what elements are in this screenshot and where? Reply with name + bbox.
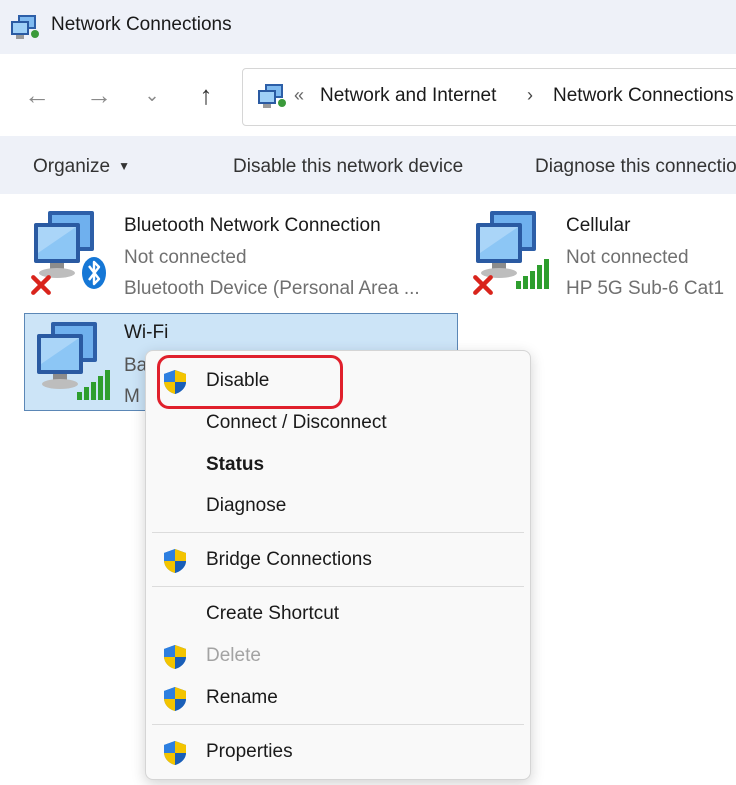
wifi-network-icon (31, 318, 110, 400)
breadcrumb-separator-icon[interactable]: › (527, 85, 533, 106)
organize-button[interactable]: Organize ▼ (33, 156, 130, 178)
menu-item-label: Disable (206, 370, 270, 391)
address-bar[interactable]: « Network and Internet › Network Connect… (242, 68, 736, 126)
organize-label: Organize (33, 156, 111, 177)
menu-item-connect-disconnect[interactable]: Connect / Disconnect (146, 403, 530, 443)
connection-item-cellular[interactable]: Cellular Not connected HP 5G Sub-6 Cat1 (470, 207, 736, 299)
breadcrumb-network-and-internet[interactable]: Network and Internet (320, 85, 496, 107)
connection-device: Bluetooth Device (Personal Area ... (124, 278, 420, 299)
menu-item-label: Delete (206, 645, 261, 666)
forward-arrow-icon[interactable]: → (84, 80, 114, 110)
diagnose-connection-label: Diagnose this connection (535, 156, 736, 177)
up-arrow-icon[interactable]: ↑ (191, 80, 221, 110)
uac-shield-icon (162, 548, 188, 574)
menu-item-label: Rename (206, 687, 278, 708)
navigation-bar: ← → ⌄ ↑ « Network and Internet › Network… (0, 54, 736, 136)
uac-shield-icon (162, 369, 188, 395)
disable-device-label: Disable this network device (233, 156, 464, 177)
uac-shield-icon (162, 740, 188, 766)
connection-status: Ba (124, 355, 148, 376)
breadcrumb-overflow-icon[interactable]: « (294, 85, 304, 106)
network-connections-app-icon (11, 15, 39, 39)
caret-down-icon: ▼ (118, 159, 130, 173)
uac-shield-icon (162, 644, 188, 670)
disconnected-x-icon (30, 274, 52, 296)
menu-item-bridge-connections[interactable]: Bridge Connections (146, 540, 530, 580)
connection-status: Not connected (566, 247, 689, 268)
menu-item-create-shortcut[interactable]: Create Shortcut (146, 594, 530, 634)
context-menu: Disable Connect / Disconnect Status Diag… (145, 350, 531, 780)
connection-name: Wi-Fi (124, 322, 169, 343)
connection-device: M (124, 386, 140, 407)
network-folder-icon (258, 84, 286, 108)
uac-shield-icon (162, 686, 188, 712)
menu-divider (152, 724, 524, 725)
menu-item-rename[interactable]: Rename (146, 678, 530, 718)
connection-status: Not connected (124, 247, 247, 268)
menu-item-properties[interactable]: Properties (146, 732, 530, 772)
breadcrumb-network-connections[interactable]: Network Connections (553, 85, 734, 107)
back-arrow-icon[interactable]: ← (22, 80, 52, 110)
command-bar: Organize ▼ Disable this network device Di… (0, 136, 736, 194)
menu-item-label: Properties (206, 741, 293, 762)
disconnected-x-icon (472, 274, 494, 296)
menu-item-status[interactable]: Status (146, 445, 530, 485)
diagnose-connection-button[interactable]: Diagnose this connection (535, 156, 736, 178)
menu-item-label: Status (206, 454, 265, 475)
connection-item-bluetooth[interactable]: Bluetooth Network Connection Not connect… (28, 207, 448, 299)
menu-item-delete: Delete (146, 636, 530, 676)
connection-name: Bluetooth Network Connection (124, 215, 381, 236)
disable-device-button[interactable]: Disable this network device (233, 156, 463, 178)
menu-item-disable[interactable]: Disable (146, 361, 530, 401)
menu-item-label: Bridge Connections (206, 549, 372, 570)
title-bar: Network Connections (0, 0, 736, 54)
connection-name: Cellular (566, 215, 631, 236)
menu-item-label: Diagnose (206, 495, 287, 516)
menu-item-diagnose[interactable]: Diagnose (146, 486, 530, 526)
menu-divider (152, 532, 524, 533)
menu-divider (152, 586, 524, 587)
connection-device: HP 5G Sub-6 Cat1 (566, 278, 725, 299)
menu-item-label: Create Shortcut (206, 603, 340, 624)
window-title: Network Connections (51, 14, 232, 35)
menu-item-label: Connect / Disconnect (206, 412, 387, 433)
recent-locations-chevron-icon[interactable]: ⌄ (137, 80, 167, 110)
